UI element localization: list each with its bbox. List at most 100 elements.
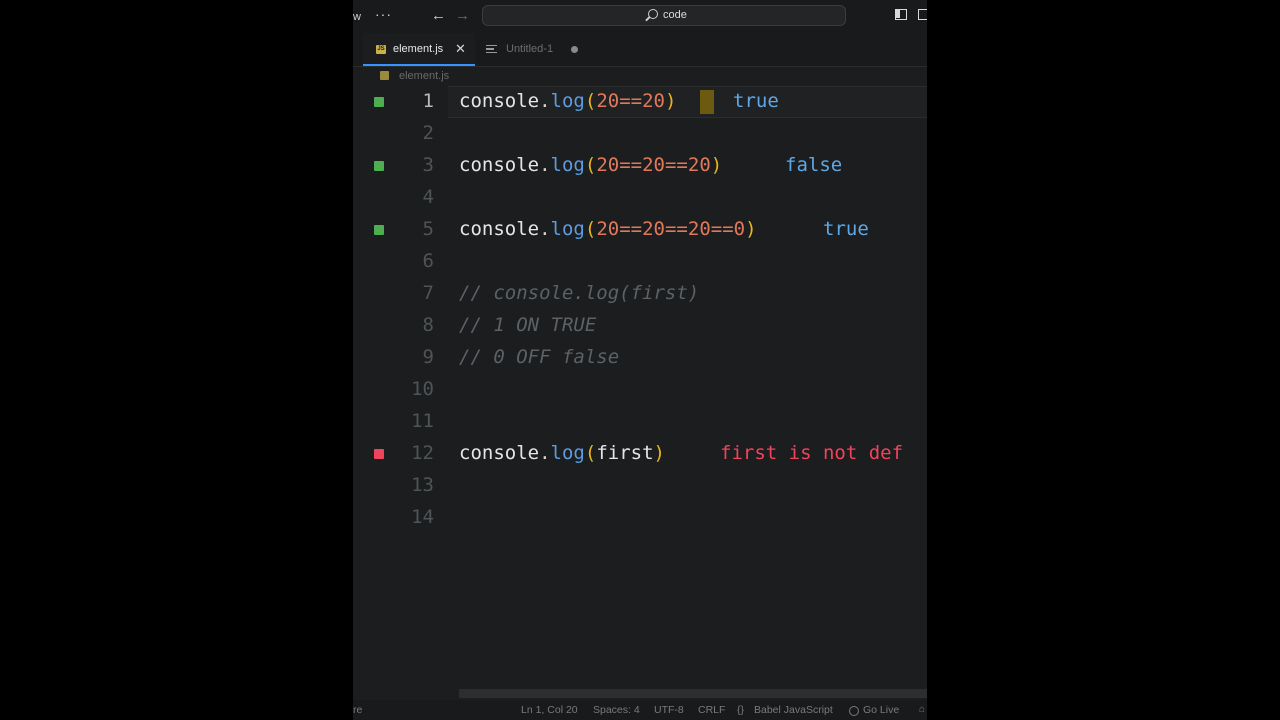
success-marker [374, 225, 384, 235]
line-number: 14 [411, 506, 434, 528]
indentation-setting[interactable]: Spaces: 4 [593, 704, 640, 716]
token-dot: . [539, 90, 551, 112]
code-line[interactable]: 6 [353, 246, 927, 278]
token-paren: ) [745, 218, 757, 240]
line-number: 8 [422, 314, 434, 336]
forward-arrow-icon[interactable]: → [455, 7, 470, 24]
code-line[interactable]: 4 [353, 182, 927, 214]
token-paren: ( [584, 154, 597, 176]
toggle-sidebar-icon[interactable] [895, 9, 907, 20]
back-arrow-icon[interactable]: ← [431, 7, 446, 24]
token-number: 0 [733, 218, 746, 240]
line-number: 3 [422, 154, 434, 176]
search-text: code [663, 9, 687, 21]
command-search-box[interactable]: code [482, 5, 846, 26]
horizontal-scrollbar[interactable] [459, 689, 927, 698]
javascript-file-icon [380, 71, 389, 80]
more-actions-icon[interactable]: ··· [375, 6, 392, 22]
token-function: log [550, 154, 585, 176]
cursor-position[interactable]: Ln 1, Col 20 [521, 704, 578, 716]
token-function: log [550, 442, 585, 464]
token-number: 20 [596, 90, 620, 112]
title-edge-text: w [353, 11, 361, 23]
javascript-file-icon: JS [376, 45, 386, 54]
code-line[interactable]: 12 console.log(first) first is not def [353, 438, 927, 470]
token-function: log [550, 90, 585, 112]
token-dot: . [539, 218, 551, 240]
token-paren: ( [584, 90, 597, 112]
line-number: 2 [422, 122, 434, 144]
code-line[interactable]: 1 console.log(20==20) true [353, 86, 927, 118]
token-paren: ( [584, 442, 597, 464]
text-cursor [700, 90, 714, 114]
code-text: console.log(20==20==20) [459, 154, 722, 176]
code-line[interactable]: 7 // console.log(first) [353, 278, 927, 310]
token-paren: ) [653, 442, 665, 464]
go-live-button[interactable]: Go Live [863, 704, 899, 716]
code-line[interactable]: 10 [353, 374, 927, 406]
breadcrumb-file[interactable]: element.js [399, 70, 449, 82]
code-line[interactable]: 11 [353, 406, 927, 438]
token-object: console [459, 218, 540, 240]
tab-untitled-1[interactable]: Untitled-1 [478, 33, 588, 66]
tab-label: Untitled-1 [506, 43, 554, 55]
language-mode[interactable]: Babel JavaScript [754, 704, 833, 716]
token-variable: first [596, 442, 654, 464]
editor-tabs: JS element.js ✕ Untitled-1 [353, 33, 927, 67]
inline-error: first is not def [720, 442, 904, 464]
search-icon [648, 9, 658, 19]
token-number: 20 [687, 154, 711, 176]
line-number: 11 [411, 410, 434, 432]
encoding-setting[interactable]: UTF-8 [654, 704, 684, 716]
code-line[interactable]: 8 // 1 ON TRUE [353, 310, 927, 342]
line-number: 10 [411, 378, 434, 400]
token-number: 20 [687, 218, 711, 240]
token-object: console [459, 154, 540, 176]
code-editor[interactable]: 1 console.log(20==20) true 2 3 console.l… [353, 86, 927, 686]
token-number: 20 [642, 90, 665, 112]
inline-result: true [823, 218, 869, 240]
token-operator: == [619, 218, 643, 240]
code-text: console.log(20==20==20==0) [459, 218, 757, 240]
title-bar: w ··· ← → code [353, 0, 927, 33]
code-line[interactable]: 13 [353, 470, 927, 502]
line-number: 4 [422, 186, 434, 208]
status-edge-text: re [353, 704, 363, 716]
token-object: console [459, 90, 540, 112]
braces-icon: {} [737, 704, 745, 716]
token-operator: == [710, 218, 734, 240]
broadcast-icon [849, 706, 859, 716]
token-number: 20 [642, 218, 665, 240]
token-function: log [550, 218, 585, 240]
code-comment: // 0 OFF false [459, 346, 620, 368]
code-line[interactable]: 2 [353, 118, 927, 150]
code-comment: // 1 ON TRUE [459, 314, 597, 336]
code-line[interactable]: 3 console.log(20==20==20) false [353, 150, 927, 182]
code-line[interactable]: 5 console.log(20==20==20==0) true [353, 214, 927, 246]
eol-setting[interactable]: CRLF [698, 704, 725, 716]
code-line[interactable]: 9 // 0 OFF false [353, 342, 927, 374]
line-number: 7 [422, 282, 434, 304]
code-text: console.log(20==20) [459, 90, 676, 112]
tab-element-js[interactable]: JS element.js ✕ [363, 33, 475, 66]
success-marker [374, 161, 384, 171]
tab-label: element.js [393, 43, 444, 55]
success-marker [374, 97, 384, 107]
inline-result: false [785, 154, 843, 176]
notification-bell-icon[interactable]: ⌂ [919, 704, 925, 715]
token-operator: == [664, 218, 688, 240]
close-icon[interactable]: ✕ [455, 41, 466, 57]
token-number: 20 [596, 154, 620, 176]
toggle-panel-icon[interactable] [918, 9, 927, 20]
token-object: console [459, 442, 540, 464]
code-line[interactable]: 14 [353, 502, 927, 534]
token-operator: == [619, 154, 643, 176]
unsaved-dot-icon[interactable] [571, 46, 578, 53]
line-number: 13 [411, 474, 434, 496]
editor-window: w ··· ← → code JS element.js ✕ Untitled-… [353, 0, 927, 720]
token-number: 20 [596, 218, 620, 240]
token-paren: ( [584, 218, 597, 240]
code-text: console.log(first) [459, 442, 665, 464]
inline-result: true [733, 90, 779, 112]
line-number: 12 [411, 442, 434, 464]
